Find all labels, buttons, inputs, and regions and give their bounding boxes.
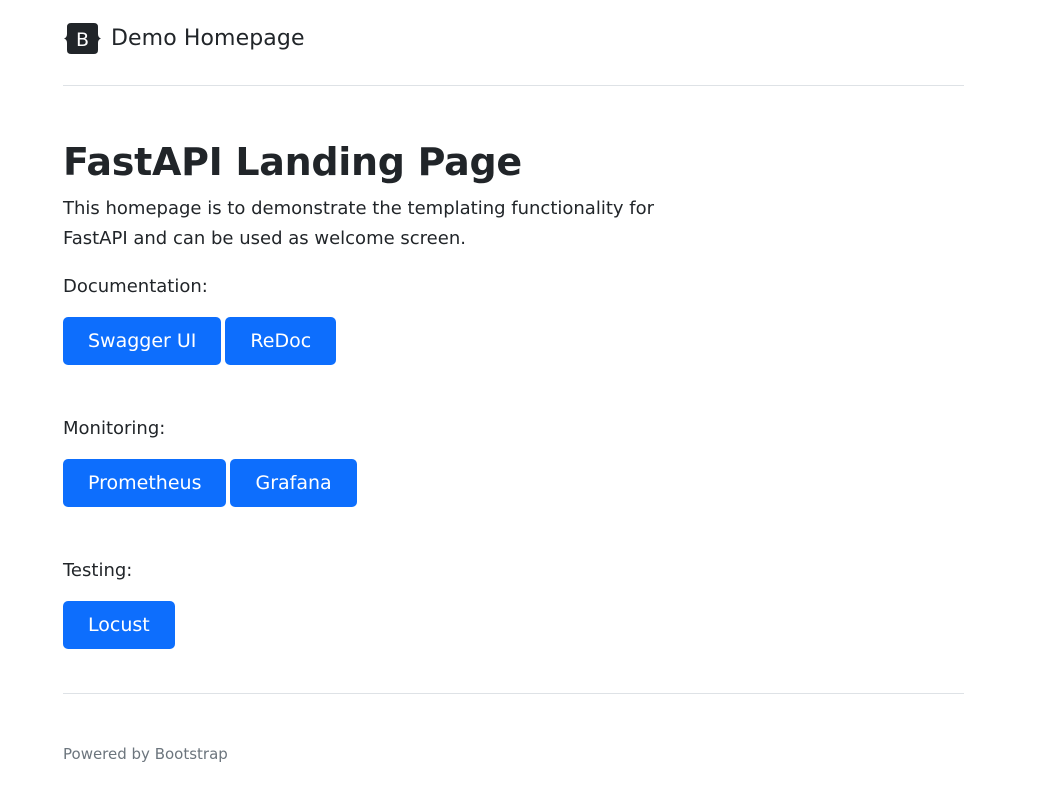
documentation-label: Documentation: — [63, 276, 208, 297]
brand-link[interactable]: B Demo Homepage — [63, 22, 305, 55]
svg-text:B: B — [76, 29, 89, 51]
prometheus-button[interactable]: Prometheus — [63, 459, 227, 507]
page-title: FastAPI Landing Page — [63, 140, 522, 184]
locust-button[interactable]: Locust — [63, 601, 175, 649]
grafana-button[interactable]: Grafana — [230, 459, 357, 507]
footer-text: Powered by Bootstrap — [63, 745, 228, 763]
header: B Demo Homepage — [63, 0, 964, 86]
brand-title: Demo Homepage — [111, 26, 305, 51]
swagger-ui-button[interactable]: Swagger UI — [63, 317, 222, 365]
intro-text: This homepage is to demonstrate the temp… — [63, 198, 655, 249]
monitoring-buttons: Prometheus Grafana — [63, 459, 964, 507]
documentation-buttons: Swagger UI ReDoc — [63, 317, 964, 365]
bootstrap-logo-icon: B — [63, 22, 102, 55]
monitoring-label: Monitoring: — [63, 418, 166, 439]
testing-label: Testing: — [63, 560, 133, 581]
main-container: B Demo Homepage FastAPI Landing Page Thi… — [63, 0, 964, 649]
redoc-button[interactable]: ReDoc — [225, 317, 337, 365]
footer-divider — [63, 693, 964, 694]
page: B Demo Homepage FastAPI Landing Page Thi… — [0, 0, 1045, 812]
testing-buttons: Locust — [63, 601, 964, 649]
